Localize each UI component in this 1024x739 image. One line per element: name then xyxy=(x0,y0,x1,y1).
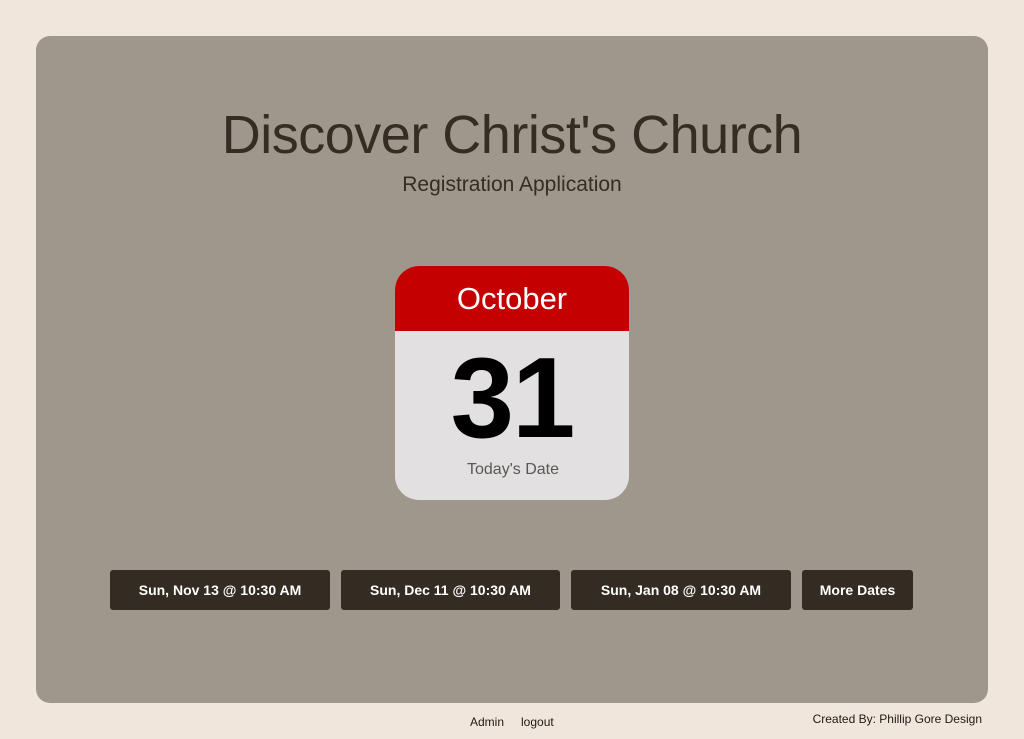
page-subtitle: Registration Application xyxy=(402,173,622,196)
footer-credit: Created By: Phillip Gore Design xyxy=(812,712,982,726)
date-button-jan-08[interactable]: Sun, Jan 08 @ 10:30 AM xyxy=(571,570,791,610)
logout-link[interactable]: logout xyxy=(521,714,554,730)
calendar-month: October xyxy=(395,266,629,331)
date-button-dec-11[interactable]: Sun, Dec 11 @ 10:30 AM xyxy=(341,570,560,610)
admin-link[interactable]: Admin xyxy=(470,714,504,730)
calendar-day: 31 xyxy=(450,335,576,462)
calendar-widget: October 31 Today's Date xyxy=(395,266,629,500)
page-title: Discover Christ's Church xyxy=(221,105,803,165)
calendar-caption: Today's Date xyxy=(467,461,559,478)
date-button-nov-13[interactable]: Sun, Nov 13 @ 10:30 AM xyxy=(110,570,330,610)
more-dates-button[interactable]: More Dates xyxy=(802,570,913,610)
